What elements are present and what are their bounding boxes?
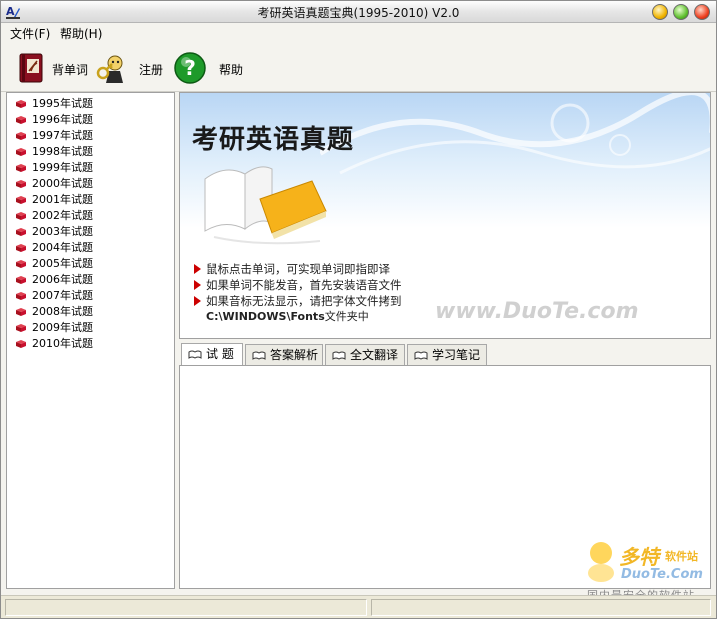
red-book-icon (16, 260, 26, 268)
year-list-label: 2004年试题 (32, 241, 93, 254)
year-list-label: 2006年试题 (32, 273, 93, 286)
year-list-label: 1995年试题 (32, 97, 93, 110)
toolbar: 背单词 注册 ? 帮助 (1, 42, 716, 92)
year-list-label: 2000年试题 (32, 177, 93, 190)
content-tabs: 试 题 答案解析 全文翻译 学习笔记 (179, 343, 711, 366)
red-book-icon (16, 132, 26, 140)
book-tab-icon (252, 351, 266, 360)
year-list[interactable]: 1995年试题 1996年试题 1997年试题 1998年试题 1999年试题 2000年… (6, 92, 175, 589)
year-list-label: 2005年试题 (32, 257, 93, 270)
banner-tip-3: 如果音标无法显示，请把字体文件拷到 (194, 293, 402, 309)
close-button[interactable] (694, 4, 710, 20)
minimize-button[interactable] (652, 4, 668, 20)
menu-file[interactable]: 文件(F) (10, 25, 50, 42)
vocabulary-label: 背单词 (52, 63, 89, 77)
watermark-domain: DuoTe.Com (621, 567, 703, 582)
book-tab-icon (414, 351, 428, 360)
welcome-banner: 考研英语真题 鼠标点击单词，可实现单词即指即译 如果单词不能发音，首先安装语音文… (179, 92, 711, 339)
banner-tip-1: 鼠标点击单词，可实现单词即指即译 (194, 261, 390, 277)
tab-notes[interactable]: 学习笔记 (407, 344, 487, 365)
tab-translation[interactable]: 全文翻译 (325, 344, 405, 365)
tab-answers[interactable]: 答案解析 (245, 344, 323, 365)
banner-watermark: www.DuoTe.com (435, 299, 639, 324)
open-book-illustration (204, 166, 327, 245)
year-list-label: 2009年试题 (32, 321, 93, 334)
status-pane-right (371, 599, 711, 616)
arrow-bullet-icon (194, 296, 201, 306)
svg-text:?: ? (184, 56, 196, 80)
duote-watermark: 多特 软件站 DuoTe.Com (583, 539, 713, 585)
status-bar (1, 595, 716, 618)
banner-title: 考研英语真题 (192, 125, 355, 155)
menu-help[interactable]: 帮助(H) (60, 25, 102, 42)
year-list-label: 1997年试题 (32, 129, 93, 142)
year-list-label: 2008年试题 (32, 305, 93, 318)
red-book-icon (16, 116, 26, 124)
year-list-label: 1998年试题 (32, 145, 93, 158)
red-book-icon (16, 292, 26, 300)
year-list-label: 2002年试题 (32, 209, 93, 222)
red-book-icon (16, 308, 26, 316)
book-tab-icon (332, 351, 346, 360)
tab-questions[interactable]: 试 题 (181, 343, 243, 366)
red-book-icon (16, 100, 26, 108)
red-book-icon (16, 324, 26, 332)
menu-bar: 文件(F) 帮助(H) (1, 23, 716, 41)
watermark-sub: 软件站 (665, 550, 698, 563)
banner-tip-2: 如果单词不能发音，首先安装语音文件 (194, 277, 402, 293)
red-book-icon (16, 340, 26, 348)
year-list-label: 2001年试题 (32, 193, 93, 206)
arrow-bullet-icon (194, 264, 201, 274)
red-book-icon (16, 148, 26, 156)
title-bar[interactable]: A 考研英语真题宝典(1995-2010) V2.0 (1, 1, 716, 23)
app-window: A 考研英语真题宝典(1995-2010) V2.0 文件(F) 帮助(H) 背… (0, 0, 717, 619)
year-list-label: 2003年试题 (32, 225, 93, 238)
register-label: 注册 (139, 63, 164, 77)
register-key-icon (96, 55, 123, 83)
red-book-icon (16, 164, 26, 172)
year-list-label: 1999年试题 (32, 161, 93, 174)
help-question-icon: ? (174, 52, 206, 84)
help-button[interactable]: ? 帮助 (173, 47, 245, 87)
red-book-icon (16, 228, 26, 236)
vocabulary-button[interactable]: 背单词 (13, 47, 91, 87)
year-list-label: 2007年试题 (32, 289, 93, 302)
mascot-icon (588, 542, 614, 582)
banner-swirl-decoration (320, 93, 710, 175)
red-book-icon (16, 244, 26, 252)
status-pane-left (5, 599, 367, 616)
year-list-label: 2010年试题 (32, 337, 93, 350)
year-list-label: 1996年试题 (32, 113, 93, 126)
watermark-brand: 多特 (619, 545, 659, 569)
window-title: 考研英语真题宝典(1995-2010) V2.0 (257, 6, 460, 20)
vocabulary-book-icon (19, 53, 43, 83)
maximize-button[interactable] (673, 4, 689, 20)
arrow-bullet-icon (194, 280, 201, 290)
help-label: 帮助 (219, 63, 244, 77)
book-tab-icon (188, 350, 202, 359)
register-button[interactable]: 注册 (95, 47, 167, 87)
red-book-icon (16, 212, 26, 220)
red-book-icon (16, 180, 26, 188)
red-book-icon (16, 276, 26, 284)
fonts-path-note: C:\WINDOWS\Fonts文件夹中 (206, 310, 369, 323)
red-book-icon (16, 196, 26, 204)
